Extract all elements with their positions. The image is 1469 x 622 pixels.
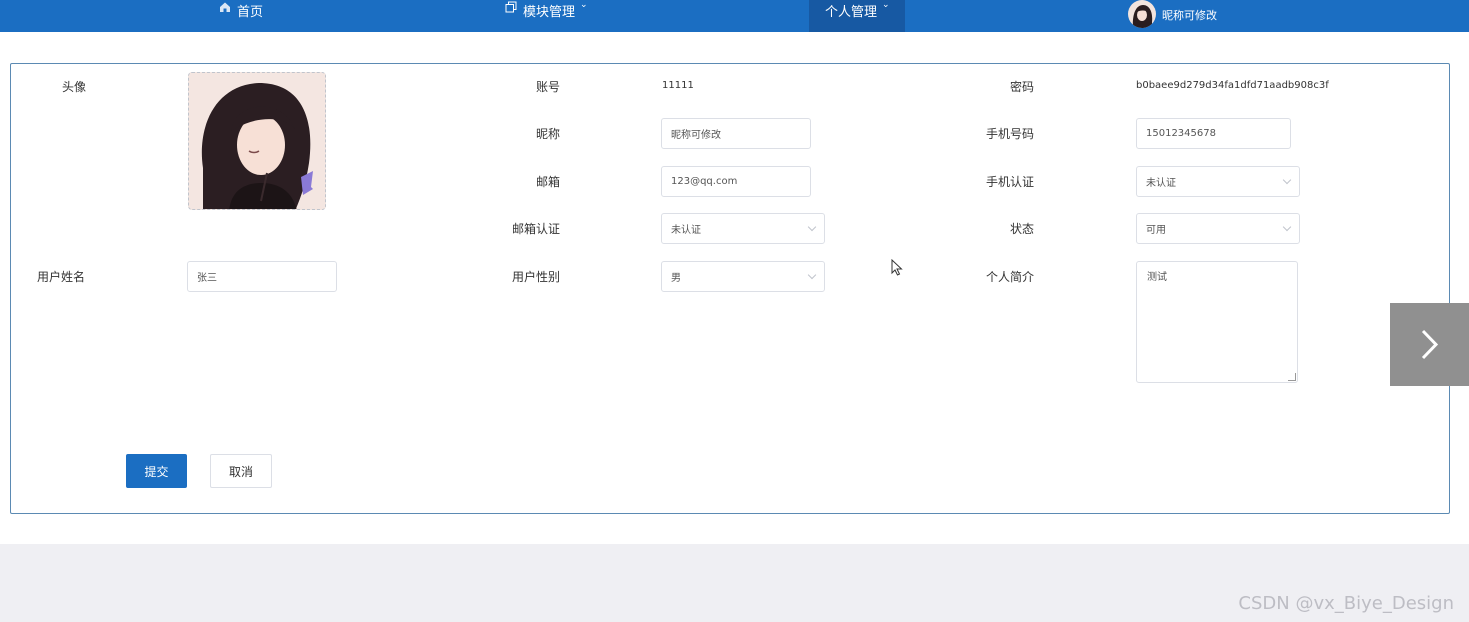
user-nickname: 昵称可修改 <box>1162 9 1217 22</box>
email-verify-label: 邮箱认证 <box>512 222 561 236</box>
cancel-button[interactable]: 取消 <box>210 454 272 488</box>
chevron-down-icon: ⌄ <box>882 0 890 10</box>
phone-input[interactable]: 15012345678 <box>1136 118 1291 149</box>
avatar <box>1128 0 1156 28</box>
phone-verify-label: 手机认证 <box>986 175 1035 189</box>
password-label: 密码 <box>1010 80 1035 94</box>
bio-value: 测试 <box>1147 272 1167 283</box>
avatar-image <box>189 73 325 209</box>
nav-home[interactable]: 首页 <box>219 0 263 32</box>
watermark: CSDN @vx_Biye_Design <box>1238 593 1454 614</box>
chevron-down-icon <box>1282 175 1292 185</box>
nickname-label: 昵称 <box>536 127 561 141</box>
account-label: 账号 <box>536 80 561 94</box>
status-select[interactable]: 可用 <box>1136 213 1300 244</box>
password-value: b0baee9d279d34fa1dfd71aadb908c3f <box>1136 80 1329 91</box>
chevron-down-icon <box>807 222 817 232</box>
gender-label: 用户性别 <box>512 270 561 284</box>
top-navbar: 首页 模块管理 ⌄ 个人管理 ⌄ 昵称可修改 <box>0 0 1469 32</box>
nav-modules-label: 模块管理 <box>523 5 576 20</box>
realname-input[interactable]: 张三 <box>187 261 337 292</box>
chevron-down-icon <box>1282 222 1292 232</box>
phone-label: 手机号码 <box>986 127 1035 141</box>
chevron-down-icon <box>807 270 817 280</box>
email-input[interactable]: 123@qq.com <box>661 166 811 197</box>
phone-verify-value: 未认证 <box>1146 178 1176 189</box>
nav-personal-label: 个人管理 <box>825 5 878 20</box>
phone-verify-select[interactable]: 未认证 <box>1136 166 1300 197</box>
next-arrow-button[interactable] <box>1390 303 1469 386</box>
profile-form-panel: 头像 用户姓名 张三 账号 11111 昵称 昵称可修改 邮箱 123@qq.c… <box>10 63 1450 514</box>
nav-home-label: 首页 <box>237 5 264 20</box>
chevron-right-icon <box>1421 329 1439 360</box>
realname-label: 用户姓名 <box>37 270 86 284</box>
submit-button[interactable]: 提交 <box>126 454 187 488</box>
account-value: 11111 <box>662 80 694 91</box>
email-label: 邮箱 <box>536 175 561 189</box>
bio-textarea[interactable]: 测试 <box>1136 261 1298 383</box>
nav-personal[interactable]: 个人管理 ⌄ <box>809 0 905 32</box>
resize-handle-icon[interactable] <box>1288 373 1296 381</box>
nickname-input[interactable]: 昵称可修改 <box>661 118 811 149</box>
nav-modules[interactable]: 模块管理 ⌄ <box>505 0 588 32</box>
nav-user-menu[interactable]: 昵称可修改 <box>1128 0 1217 32</box>
home-icon <box>219 1 231 16</box>
chevron-down-icon: ⌄ <box>580 0 588 10</box>
mouse-cursor-icon <box>891 258 903 280</box>
status-label: 状态 <box>1010 222 1035 236</box>
gender-select[interactable]: 男 <box>661 261 825 292</box>
avatar-uploader[interactable] <box>188 72 326 210</box>
gender-value: 男 <box>671 273 681 284</box>
status-value: 可用 <box>1146 225 1166 236</box>
bio-label: 个人简介 <box>986 270 1035 284</box>
email-verify-select[interactable]: 未认证 <box>661 213 825 244</box>
copy-icon <box>505 1 517 16</box>
avatar-label: 头像 <box>62 80 87 94</box>
email-verify-value: 未认证 <box>671 225 701 236</box>
